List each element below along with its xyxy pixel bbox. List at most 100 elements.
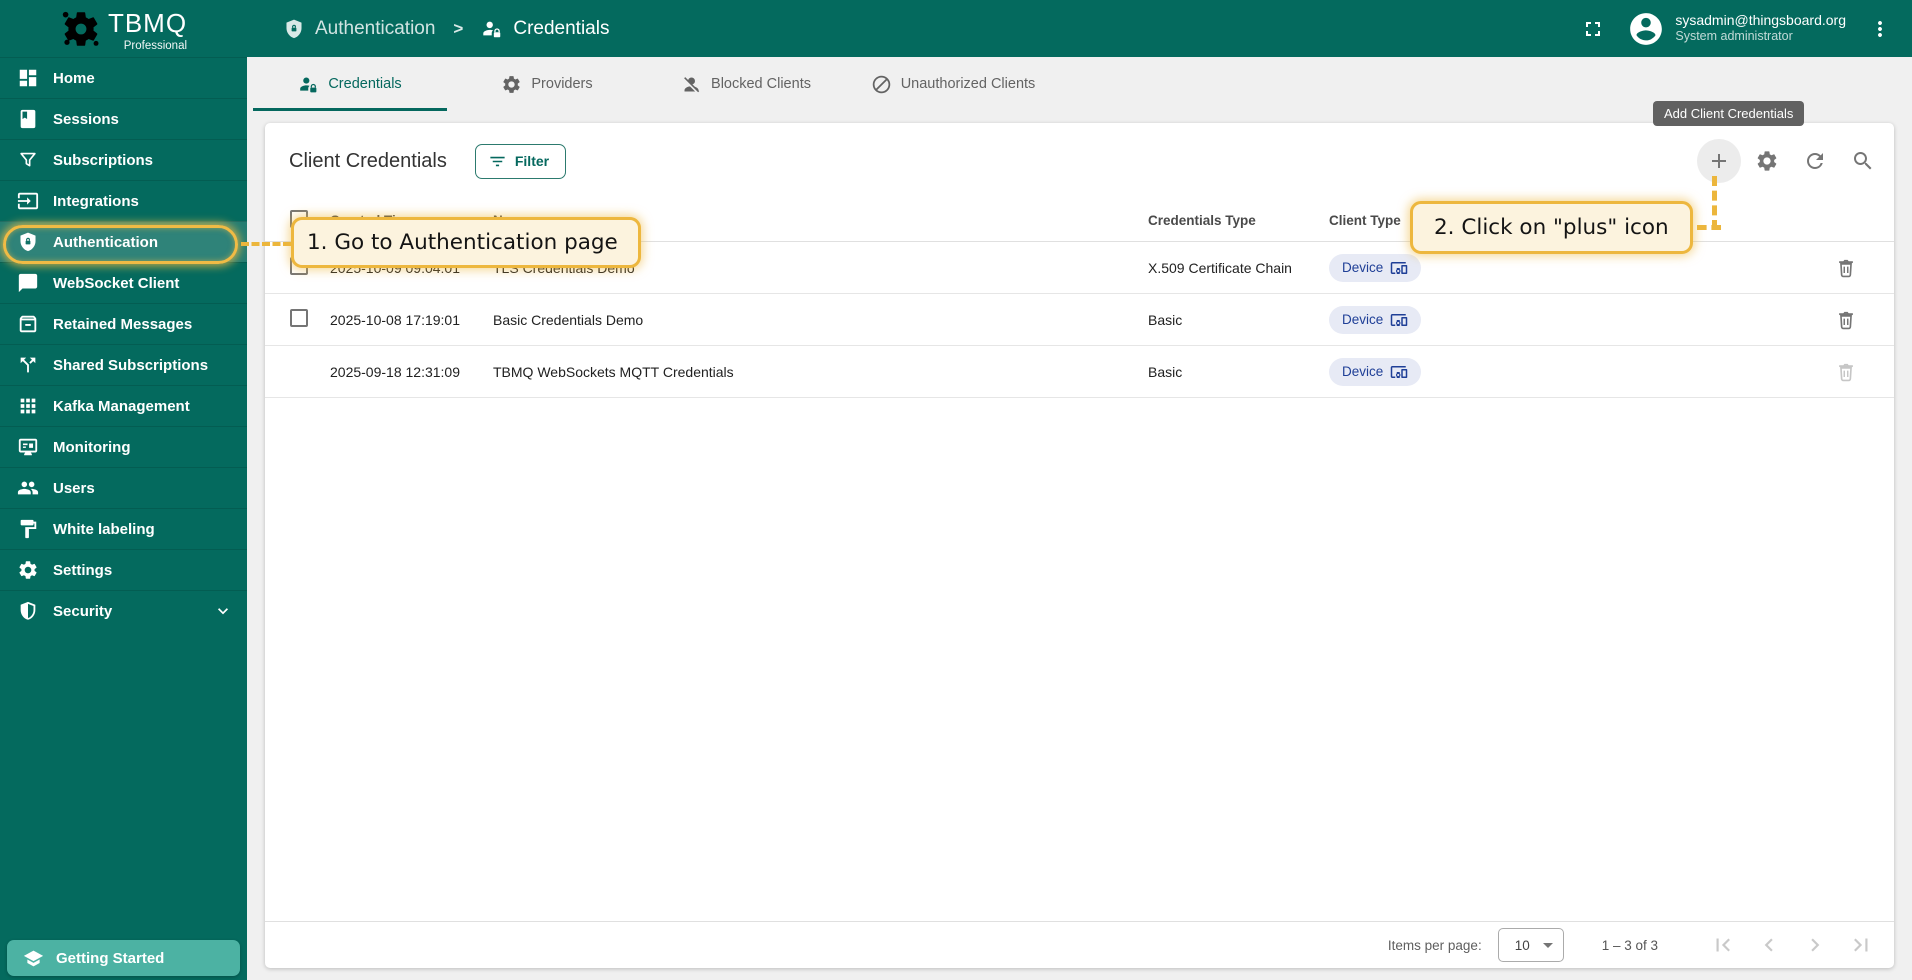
sidebar-item-sessions[interactable]: Sessions: [0, 98, 247, 139]
book-icon: [17, 108, 39, 130]
format-paint-icon: [17, 518, 39, 540]
user-avatar[interactable]: [1627, 10, 1665, 48]
breadcrumb-section[interactable]: Authentication: [315, 18, 435, 40]
chat-icon: [17, 272, 39, 294]
apps-grid-icon: [17, 395, 39, 417]
fullscreen-button[interactable]: [1573, 9, 1613, 49]
previous-page-button[interactable]: [1746, 925, 1792, 965]
trash-icon: [1835, 257, 1857, 279]
cell-credentials-type: Basic: [1148, 364, 1329, 380]
trash-icon: [1835, 361, 1857, 383]
annotation-connector-step2-vertical: [1712, 176, 1717, 230]
filter-list-icon: [488, 152, 507, 171]
refresh-icon: [1803, 149, 1827, 173]
brand-name: TBMQ: [108, 8, 187, 38]
delete-row-button-disabled: [1826, 352, 1866, 392]
sidebar-item-subscriptions[interactable]: Subscriptions: [0, 139, 247, 180]
tab-blocked-clients[interactable]: Blocked Clients: [647, 57, 845, 111]
gear-icon: [17, 559, 39, 581]
refresh-button[interactable]: [1793, 139, 1837, 183]
filter-button[interactable]: Filter: [475, 144, 566, 179]
search-icon: [1851, 149, 1875, 173]
next-page-button[interactable]: [1792, 925, 1838, 965]
cell-name: Basic Credentials Demo: [493, 312, 1148, 328]
person-lock-icon: [481, 18, 503, 40]
client-type-chip: Device: [1329, 306, 1421, 334]
tab-credentials[interactable]: Credentials: [253, 57, 447, 111]
client-type-chip: Device: [1329, 358, 1421, 386]
search-button[interactable]: [1841, 139, 1885, 183]
table-row[interactable]: 2025-09-18 12:31:09 TBMQ WebSockets MQTT…: [265, 346, 1894, 398]
paginator: Items per page: 10 1 – 3 of 3: [265, 921, 1894, 968]
sidebar-item-integrations[interactable]: Integrations: [0, 180, 247, 221]
tab-unauthorized-clients[interactable]: Unauthorized Clients: [845, 57, 1061, 111]
tab-providers[interactable]: Providers: [447, 57, 647, 111]
first-page-button[interactable]: [1700, 925, 1746, 965]
shield-lock-icon: [283, 18, 305, 40]
call-split-icon: [17, 354, 39, 376]
items-per-page-select[interactable]: 10: [1498, 928, 1564, 962]
cell-credentials-type: Basic: [1148, 312, 1329, 328]
person-off-icon: [681, 74, 702, 95]
block-icon: [871, 74, 892, 95]
chevron-down-icon: [213, 601, 233, 621]
annotation-connector-step2-horizontal: [1697, 225, 1721, 230]
page-title: Client Credentials: [289, 150, 447, 173]
cell-name: TBMQ WebSockets MQTT Credentials: [493, 364, 1148, 380]
school-icon: [23, 948, 44, 969]
sidebar-item-shared-subscriptions[interactable]: Shared Subscriptions: [0, 344, 247, 385]
devices-icon: [1390, 363, 1408, 381]
getting-started-button[interactable]: Getting Started: [7, 940, 240, 976]
sidebar-item-websocket-client[interactable]: WebSocket Client: [0, 262, 247, 303]
sidebar-item-monitoring[interactable]: Monitoring: [0, 426, 247, 467]
top-header: TBMQ Professional Authentication > Crede…: [0, 0, 1912, 57]
breadcrumb: Authentication > Credentials: [283, 18, 609, 40]
delete-row-button[interactable]: [1826, 248, 1866, 288]
delete-row-button[interactable]: [1826, 300, 1866, 340]
breadcrumb-page: Credentials: [513, 18, 609, 40]
trash-icon: [1835, 309, 1857, 331]
archive-icon: [17, 313, 39, 335]
app-logo[interactable]: TBMQ Professional: [0, 8, 247, 50]
sidebar-item-settings[interactable]: Settings: [0, 549, 247, 590]
dashboard-icon: [17, 67, 39, 89]
authentication-highlight-ring: [3, 225, 238, 264]
sidebar-item-kafka-management[interactable]: Kafka Management: [0, 385, 247, 426]
gear-icon: [1755, 149, 1779, 173]
monitor-icon: [17, 436, 39, 458]
sidebar-item-security[interactable]: Security: [0, 590, 247, 631]
people-icon: [17, 477, 39, 499]
table-row[interactable]: 2025-10-08 17:19:01 Basic Credentials De…: [265, 294, 1894, 346]
client-type-chip: Device: [1329, 254, 1421, 282]
cell-created-time: 2025-10-08 17:19:01: [330, 312, 493, 328]
last-page-button[interactable]: [1838, 925, 1884, 965]
cell-credentials-type: X.509 Certificate Chain: [1148, 260, 1329, 276]
kebab-menu-button[interactable]: [1862, 9, 1898, 49]
pagination-range: 1 – 3 of 3: [1602, 938, 1658, 953]
annotation-step1: 1. Go to Authentication page: [291, 217, 641, 268]
person-lock-icon: [298, 74, 319, 95]
column-header-credentials-type[interactable]: Credentials Type: [1148, 213, 1329, 228]
funnel-icon: [17, 149, 39, 171]
annotation-step2: 2. Click on "plus" icon: [1410, 201, 1693, 254]
devices-icon: [1390, 259, 1408, 277]
devices-icon: [1390, 311, 1408, 329]
table-settings-button[interactable]: [1745, 139, 1789, 183]
add-credentials-tooltip: Add Client Credentials: [1653, 101, 1804, 126]
brand-subtitle: Professional: [124, 40, 187, 52]
user-role: System administrator: [1675, 29, 1846, 45]
row-checkbox[interactable]: [290, 309, 308, 327]
annotation-connector-step1: [241, 242, 291, 246]
plus-icon: [1707, 149, 1731, 173]
gear-icon: [501, 74, 522, 95]
sidebar-item-retained-messages[interactable]: Retained Messages: [0, 303, 247, 344]
add-credentials-button[interactable]: [1697, 139, 1741, 183]
sidebar-item-white-labeling[interactable]: White labeling: [0, 508, 247, 549]
sidebar-item-users[interactable]: Users: [0, 467, 247, 508]
items-per-page-label: Items per page:: [1388, 938, 1482, 953]
input-icon: [17, 190, 39, 212]
cell-created-time: 2025-09-18 12:31:09: [330, 364, 493, 380]
sidebar-item-home[interactable]: Home: [0, 57, 247, 98]
shield-icon: [17, 600, 39, 622]
tbmq-logo-icon: [60, 8, 102, 50]
